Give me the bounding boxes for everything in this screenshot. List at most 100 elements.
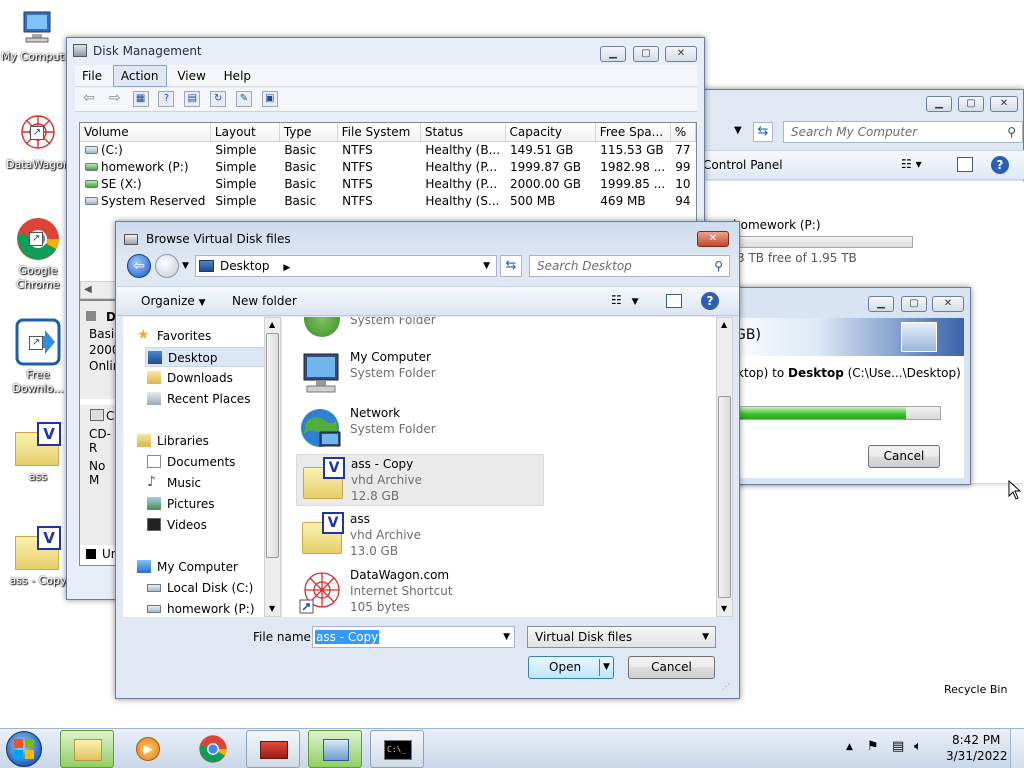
rescan-icon[interactable]: ✎	[235, 91, 252, 107]
disk-settings-icon[interactable]: ▣	[261, 91, 278, 107]
scroll-left-icon[interactable]: ◀	[84, 284, 92, 295]
taskbar-media-player-button[interactable]: ▶	[120, 730, 174, 768]
control-panel-link[interactable]: Control Panel	[703, 158, 783, 172]
chevron-down-icon[interactable]: ▼	[503, 627, 510, 647]
taskbar-toolbox-button[interactable]	[246, 730, 300, 768]
close-button[interactable]: ✕	[665, 46, 697, 62]
nav-documents[interactable]: Documents	[145, 452, 235, 472]
view-options-icon[interactable]: ☷ ▾	[901, 157, 922, 171]
desktop-icon-my-computer[interactable]: My Computer	[0, 8, 76, 64]
desktop-icon-free-download[interactable]: ↗ Free Downlo...	[0, 318, 76, 396]
start-button[interactable]	[6, 731, 42, 767]
minimize-button[interactable]: ▁	[926, 96, 952, 112]
open-button[interactable]: Open ▼	[528, 656, 614, 679]
minimize-button[interactable]: ▁	[600, 46, 626, 62]
drive-name[interactable]: homework (P:)	[733, 218, 821, 232]
file-item-ass[interactable]: V ass vhd Archive 13.0 GB	[296, 510, 544, 560]
network-tray-icon[interactable]: ▤	[892, 739, 904, 754]
close-button[interactable]: ✕	[697, 231, 729, 247]
maximize-button[interactable]: ▢	[633, 46, 659, 62]
file-item-network[interactable]: Network System Folder	[296, 404, 544, 454]
action-center-icon[interactable]: ⚑	[867, 739, 879, 754]
column-header-capacity[interactable]: Capacity	[505, 123, 596, 142]
refresh-button[interactable]: ⇆	[500, 255, 522, 277]
console-tree-icon[interactable]: ▦	[132, 91, 149, 107]
column-header-free-space[interactable]: Free Spa...	[595, 123, 671, 142]
minimize-button[interactable]: ▁	[868, 296, 894, 312]
search-input[interactable]: Search My Computer ⚲	[783, 121, 1023, 143]
clock-time[interactable]: 8:42 PM	[952, 733, 1000, 747]
menu-file[interactable]: File	[75, 66, 109, 86]
show-hidden-icons-icon[interactable]: ▲	[846, 742, 853, 752]
help-icon[interactable]: ?	[991, 156, 1009, 174]
table-row[interactable]: SE (X:) Simple Basic NTFS Healthy (P... …	[80, 175, 696, 192]
scroll-up-icon[interactable]: ▲	[269, 320, 275, 329]
refresh-icon[interactable]: ⇆	[753, 122, 773, 142]
nav-local-disk-c[interactable]: Local Disk (C:)	[145, 578, 253, 598]
menu-help[interactable]: Help	[217, 66, 258, 86]
taskbar-chrome-button[interactable]	[186, 730, 240, 768]
scroll-up-icon[interactable]: ▲	[721, 320, 727, 329]
help-icon[interactable]: ?	[158, 91, 175, 107]
cancel-button[interactable]: Cancel	[628, 656, 715, 679]
help-icon[interactable]: ?	[701, 292, 719, 310]
breadcrumb-arrow-icon[interactable]: ▶	[283, 263, 290, 273]
file-item-my-computer[interactable]: My Computer System Folder	[296, 348, 544, 398]
nav-favorites[interactable]: ★ Favorites	[135, 326, 211, 346]
properties-icon[interactable]: ▤	[184, 91, 201, 107]
menu-action[interactable]: Action	[112, 65, 167, 87]
forward-icon[interactable]: ⇨	[107, 91, 123, 107]
preview-pane-icon[interactable]	[666, 294, 682, 308]
nav-libraries[interactable]: Libraries	[135, 431, 209, 451]
nav-pictures[interactable]: Pictures	[145, 494, 215, 514]
column-header-percent[interactable]: %	[670, 123, 696, 142]
file-name-input[interactable]: ass - Copy ▼	[312, 626, 515, 648]
file-type-filter[interactable]: Virtual Disk files ▼	[527, 626, 716, 648]
table-row[interactable]: homework (P:) Simple Basic NTFS Healthy …	[80, 158, 696, 175]
desktop-icon-ass-copy[interactable]: V ass - Copy	[0, 526, 76, 588]
file-item-datawagon[interactable]: DataWagon.com Internet Shortcut 105 byte…	[296, 566, 544, 616]
menu-view[interactable]: View	[170, 66, 212, 86]
recent-locations-icon[interactable]: ▼	[182, 261, 189, 271]
scroll-thumb[interactable]	[718, 396, 731, 598]
desktop-icon-ass[interactable]: V ass	[0, 422, 76, 484]
scroll-down-icon[interactable]: ▼	[269, 604, 275, 613]
nav-downloads[interactable]: Downloads	[145, 368, 233, 388]
column-header-file-system[interactable]: File System	[337, 123, 421, 142]
scroll-down-icon[interactable]: ▼	[721, 604, 727, 613]
address-bar[interactable]: Desktop ▶ ▼	[195, 255, 497, 277]
desktop-icon-datawagon[interactable]: ↗ DataWagon	[0, 110, 76, 172]
desktop-icon-chrome[interactable]: ↗ Google Chrome	[0, 216, 76, 292]
organize-button[interactable]: Organize ▼	[141, 294, 206, 308]
table-row[interactable]: System Reserved Simple Basic NTFS Health…	[80, 192, 696, 209]
nav-desktop[interactable]: Desktop	[145, 347, 265, 367]
browse-dialog-titlebar[interactable]: Browse Virtual Disk files ✕	[116, 222, 739, 252]
copy-progress-dialog[interactable]: ▁ ▢ ✕ GB) ktop) to Desktop (C:\Use...\De…	[720, 287, 971, 485]
resize-grip-icon[interactable]: ⋰	[722, 682, 730, 691]
browse-dialog[interactable]: Browse Virtual Disk files ✕ ⇦ ▼ Desktop …	[115, 221, 740, 699]
file-list-scrollbar[interactable]: ▲ ▼	[716, 317, 733, 617]
view-options-icon[interactable]: ☷ ▼	[611, 293, 639, 307]
file-item-user-folder[interactable]: System Folder	[296, 317, 544, 345]
cdrom-label[interactable]: CD CD-R No M	[80, 405, 124, 545]
column-header-layout[interactable]: Layout	[210, 123, 280, 142]
new-folder-button[interactable]: New folder	[232, 294, 297, 308]
close-button[interactable]: ✕	[932, 296, 964, 312]
column-header-status[interactable]: Status	[420, 123, 506, 142]
close-button[interactable]: ✕	[990, 96, 1018, 112]
back-icon[interactable]: ⇦	[81, 91, 97, 107]
taskbar-explorer-button[interactable]	[60, 730, 114, 768]
disk-management-titlebar[interactable]: Disk Management ▁ ▢ ✕	[67, 38, 704, 64]
copy-cancel-button[interactable]: Cancel	[868, 445, 940, 468]
taskbar-cmd-button[interactable]: C:\_	[370, 730, 424, 768]
refresh-icon[interactable]: ↻	[210, 91, 227, 107]
maximize-button[interactable]: ▢	[901, 296, 927, 312]
show-desktop-button[interactable]	[1010, 729, 1024, 768]
clock-date[interactable]: 3/31/2022	[946, 749, 1008, 763]
disk-0-label[interactable]: D Basic 2000. Onlin	[80, 301, 123, 399]
address-dropdown-icon[interactable]: ▼	[483, 256, 490, 276]
navigation-scrollbar[interactable]: ▲ ▼	[264, 317, 281, 617]
file-item-ass-copy[interactable]: V ass - Copy vhd Archive 12.8 GB	[296, 454, 544, 506]
table-row[interactable]: (C:) Simple Basic NTFS Healthy (B... 149…	[80, 141, 696, 158]
address-dropdown-icon[interactable]: ▼	[734, 125, 742, 136]
